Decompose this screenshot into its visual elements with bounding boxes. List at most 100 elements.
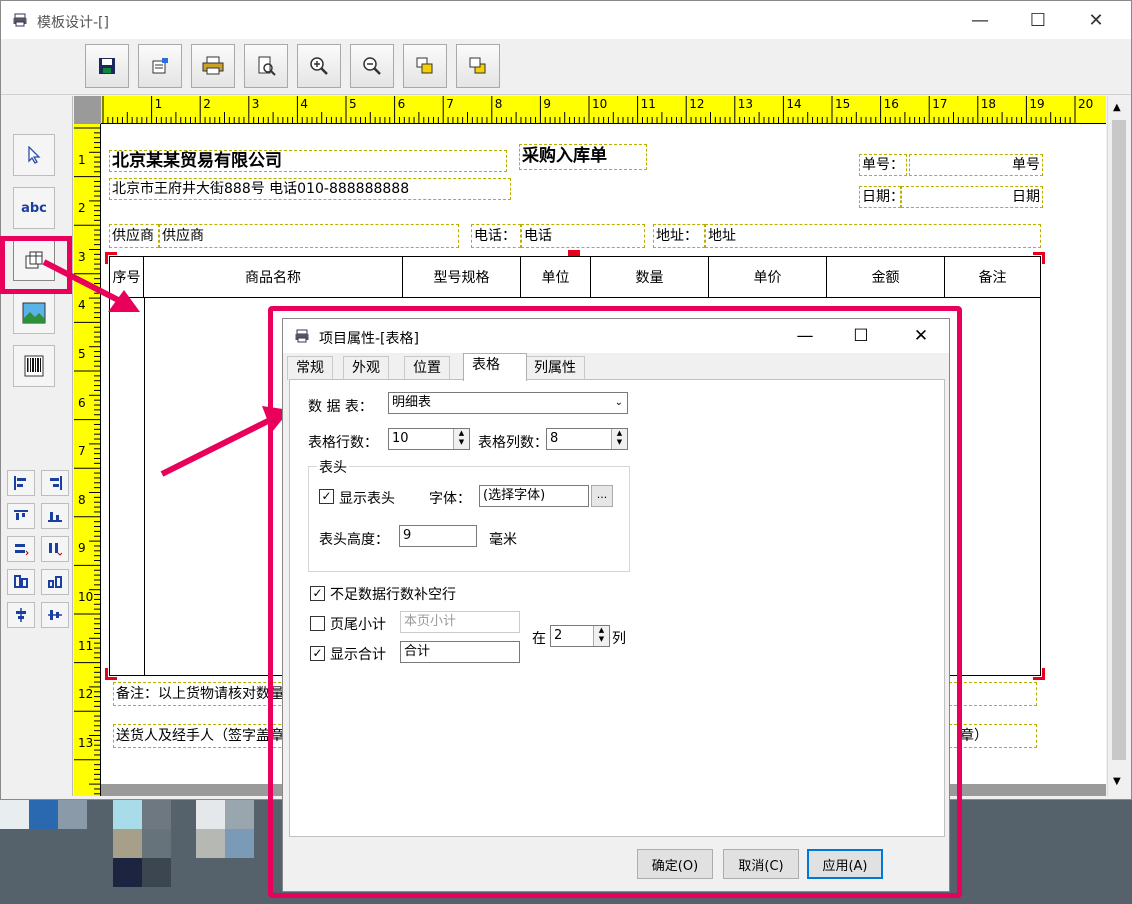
date-label[interactable]: 日期： [859,186,901,208]
show-header-checkbox[interactable]: ✓ [319,489,334,504]
resize-handle[interactable] [568,250,580,256]
ruler-number: 5 [78,347,86,361]
phone-label[interactable]: 电话： [471,224,521,248]
header-height-unit: 毫米 [489,532,517,548]
tab-appearance[interactable]: 外观 [343,356,389,380]
fill-rows-checkbox[interactable]: ✓ [310,586,325,601]
align-left-button[interactable] [7,470,35,496]
align-bottom-icon [48,512,62,522]
dialog-minimize-button[interactable]: — [777,319,833,353]
align-top-icon [14,510,28,520]
date-field[interactable]: 日期 [901,186,1043,208]
tab-position[interactable]: 位置 [404,356,450,380]
company-name-field[interactable]: 北京某某贸易有限公司 [109,150,507,172]
pointer-tool-button[interactable] [13,134,55,176]
header-height-input[interactable]: 9 [399,525,477,547]
text-tool-button[interactable]: abc [13,187,55,229]
minimize-button[interactable]: — [951,1,1009,39]
ruler-number: 2 [203,97,211,111]
spacing-button[interactable] [41,569,69,595]
header-cell: 单价 [709,257,827,297]
scroll-thumb[interactable] [1112,120,1126,760]
bring-front-button[interactable] [403,44,447,88]
tab-column-properties[interactable]: 列属性 [525,356,585,380]
chevron-down-icon: ⌄ [614,397,623,408]
tab-general[interactable]: 常规 [287,356,333,380]
rows-label: 表格行数： [308,435,378,451]
resize-handle[interactable] [1033,668,1045,680]
center-vertical-button[interactable] [41,602,69,628]
title-bar: 模板设计-[] — ☐ ✕ [1,1,1131,39]
show-total-checkbox[interactable]: ✓ [310,646,325,661]
header-cell: 备注 [978,270,1007,286]
ruler-number: 11 [640,97,656,111]
address-field[interactable]: 北京市王府井大街888号 电话010-888888888 [109,178,511,200]
ruler-number: 4 [300,97,309,111]
align-right-icon [50,476,62,490]
maximize-button[interactable]: ☐ [1009,1,1067,39]
zoom-out-button[interactable] [350,44,394,88]
ruler-number: 18 [980,97,997,111]
addr-label[interactable]: 地址： [653,224,705,248]
spin-arrows-icon[interactable]: ▲ ▼ [593,626,609,646]
tab-panel-table: 数 据 表： 明细表 ⌄ 表格行数： 10 ▲ ▼ 表格列数： 8 ▲ ▼ 表头 ✓… [289,379,945,837]
properties-button[interactable] [138,44,182,88]
show-header-label: 显示表头 [339,491,395,507]
print-icon [202,56,224,75]
apply-button[interactable]: 应用(A) [807,849,883,879]
resize-handle[interactable] [105,252,117,264]
ok-button[interactable]: 确定(O) [637,849,713,879]
zoom-in-button[interactable] [297,44,341,88]
supplier-label[interactable]: 供应商 [109,224,159,248]
ruler-number: 13 [737,97,754,111]
align-right-button[interactable] [41,470,69,496]
pointer-icon [28,146,41,164]
spin-arrows-icon[interactable]: ▲ ▼ [453,429,469,449]
dialog-maximize-button[interactable]: ☐ [833,319,889,353]
dialog-close-button[interactable]: ✕ [893,319,949,353]
same-size-button[interactable] [7,569,35,595]
barcode-tool-button[interactable] [13,345,55,387]
print-preview-button[interactable] [244,44,288,88]
tab-table[interactable]: 表格 [463,353,527,381]
resize-handle[interactable] [1033,252,1045,264]
total-column-stepper[interactable]: 2 ▲ ▼ [550,625,610,647]
same-height-button[interactable] [41,536,69,562]
resize-handle[interactable] [105,668,117,680]
font-field[interactable]: (选择字体) [479,485,589,507]
datasource-select[interactable]: 明细表 ⌄ [388,392,628,414]
spin-arrows-icon[interactable]: ▲ ▼ [611,429,627,449]
same-height-icon [49,543,63,556]
bring-front-icon [416,57,433,74]
close-button[interactable]: ✕ [1067,1,1125,39]
checkmark-icon: ✓ [312,646,323,660]
font-more-button[interactable]: ... [591,485,613,507]
image-tool-button[interactable] [13,292,55,334]
scroll-down-arrow[interactable]: ▼ [1113,776,1121,787]
ruler-number: 9 [543,97,552,111]
send-back-button[interactable] [456,44,500,88]
vertical-scrollbar[interactable]: ▲ ▼ [1107,96,1131,796]
align-top-button[interactable] [7,503,35,529]
print-button[interactable] [191,44,235,88]
same-width-button[interactable] [7,536,35,562]
order-no-label[interactable]: 单号： [859,154,907,176]
phone-field[interactable]: 电话 [521,224,645,248]
supplier-field[interactable]: 供应商 [159,224,459,248]
page-subtotal-checkbox[interactable] [310,616,325,631]
header-cell: 型号规格 [403,257,521,297]
doc-title-field[interactable]: 采购入库单 [519,144,647,170]
cancel-button[interactable]: 取消(C) [723,849,799,879]
addr-field[interactable]: 地址 [705,224,1041,248]
save-button[interactable] [85,44,129,88]
page-subtotal-label: 页尾小计 [330,617,386,633]
scroll-up-arrow[interactable]: ▲ [1113,102,1121,113]
rows-stepper[interactable]: 10 ▲ ▼ [388,428,470,450]
cols-stepper[interactable]: 8 ▲ ▼ [546,428,628,450]
order-no-field[interactable]: 单号 [909,154,1043,176]
center-horizontal-button[interactable] [7,602,35,628]
total-label-input[interactable]: 合计 [400,641,520,663]
checkmark-icon: ✓ [321,489,332,503]
align-bottom-button[interactable] [41,503,69,529]
send-back-icon [469,57,486,74]
